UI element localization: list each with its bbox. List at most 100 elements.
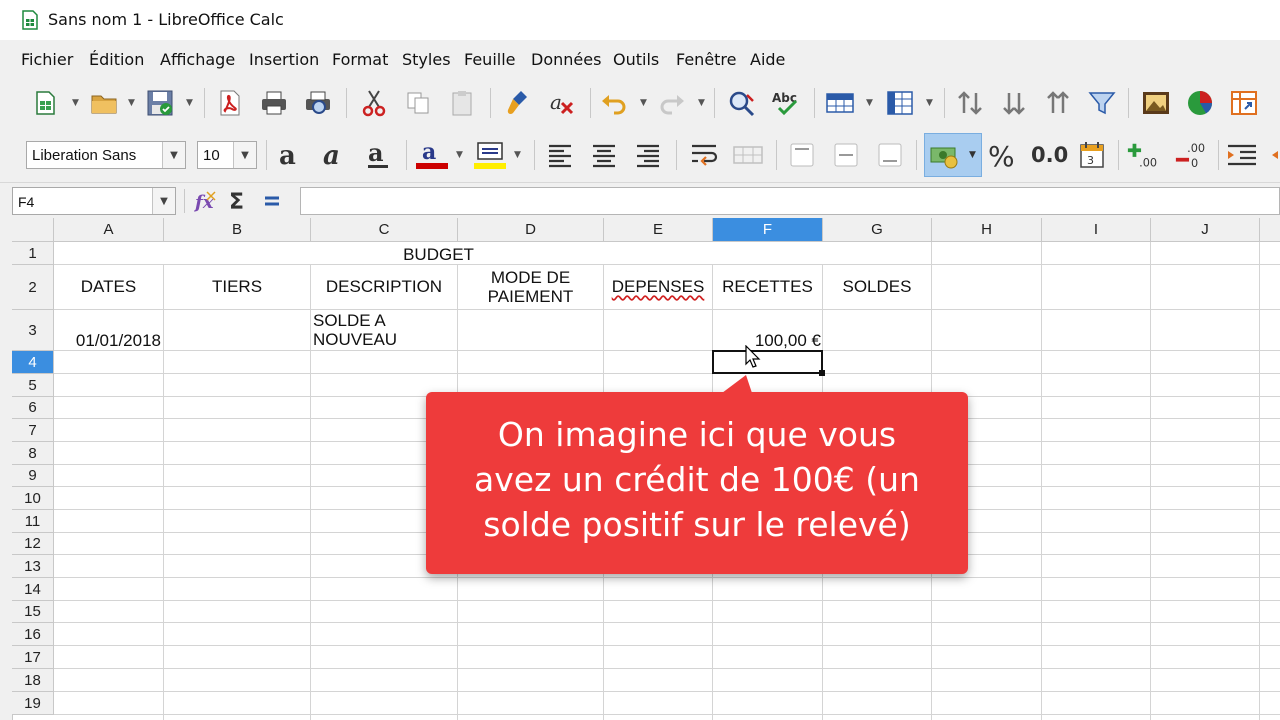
cell-f2[interactable]: RECETTES — [713, 277, 822, 296]
center-vertically-icon[interactable] — [830, 139, 862, 171]
delete-decimal-icon[interactable]: .00 0 — [1174, 139, 1206, 171]
name-box[interactable]: F4 ▼ — [12, 187, 176, 215]
cell-c3[interactable]: SOLDE A NOUVEAU — [313, 311, 457, 349]
menu-insertion[interactable]: Insertion — [249, 50, 319, 69]
row-header-9[interactable]: 9 — [12, 465, 54, 487]
column-header-e[interactable]: E — [604, 218, 713, 242]
open-folder-icon[interactable] — [88, 87, 120, 119]
align-top-icon[interactable] — [786, 139, 818, 171]
formula-input[interactable] — [300, 187, 1280, 215]
row-header-16[interactable]: 16 — [12, 623, 54, 646]
row-header-4[interactable]: 4 — [12, 351, 54, 374]
increase-indent-icon[interactable] — [1226, 139, 1258, 171]
row-header-17[interactable]: 17 — [12, 646, 54, 669]
number-format-button[interactable]: 0.0 — [1031, 143, 1068, 167]
insert-chart-icon[interactable] — [1184, 87, 1216, 119]
column-header-a[interactable]: A — [54, 218, 164, 242]
row-header-13[interactable]: 13 — [12, 555, 54, 578]
menu-aide[interactable]: Aide — [750, 50, 785, 69]
column-header-d[interactable]: D — [458, 218, 604, 242]
highlight-color-icon[interactable] — [474, 139, 506, 171]
row-header-1[interactable]: 1 — [12, 242, 54, 265]
column-header-g[interactable]: G — [823, 218, 932, 242]
row-header-11[interactable]: 11 — [12, 510, 54, 533]
chevron-down-icon[interactable]: ▼ — [186, 98, 196, 108]
cell-a2[interactable]: DATES — [54, 277, 163, 296]
row-header-3[interactable]: 3 — [12, 310, 54, 351]
row-header-14[interactable]: 14 — [12, 578, 54, 601]
print-preview-icon[interactable] — [302, 87, 334, 119]
paste-icon[interactable] — [446, 87, 478, 119]
italic-icon[interactable]: a — [318, 139, 350, 171]
sort-icon[interactable] — [954, 87, 986, 119]
bold-icon[interactable]: a — [274, 139, 306, 171]
column-icon[interactable] — [884, 87, 916, 119]
wrap-text-icon[interactable] — [688, 139, 720, 171]
font-name-combo[interactable]: Liberation Sans ▼ — [26, 141, 186, 169]
row-header-15[interactable]: 15 — [12, 601, 54, 623]
cell-g2[interactable]: SOLDES — [823, 277, 931, 296]
chevron-down-icon[interactable]: ▼ — [72, 98, 82, 108]
align-right-icon[interactable] — [632, 139, 664, 171]
menu-affichage[interactable]: Affichage — [160, 50, 235, 69]
align-center-icon[interactable] — [588, 139, 620, 171]
align-bottom-icon[interactable] — [874, 139, 906, 171]
column-header-c[interactable]: C — [311, 218, 458, 242]
cell-f3[interactable]: 100,00 € — [713, 331, 821, 350]
chevron-down-icon[interactable]: ▼ — [640, 98, 650, 108]
row-header-2[interactable]: 2 — [12, 265, 54, 310]
sum-icon[interactable]: Σ — [222, 185, 254, 217]
row-header-7[interactable]: 7 — [12, 419, 54, 442]
new-document-icon[interactable] — [30, 87, 62, 119]
row-header-6[interactable]: 6 — [12, 397, 54, 419]
cell-d2[interactable]: MODE DE PAIEMENT — [458, 268, 603, 306]
function-wizard-icon[interactable]: fx — [190, 185, 222, 217]
chevron-down-icon[interactable]: ▼ — [969, 150, 976, 160]
formula-icon[interactable] — [256, 185, 288, 217]
menu-fenetre[interactable]: Fenêtre — [676, 50, 737, 69]
cell-a3[interactable]: 01/01/2018 — [54, 331, 161, 350]
column-header-h[interactable]: H — [932, 218, 1042, 242]
chevron-down-icon[interactable]: ▼ — [698, 98, 708, 108]
cut-icon[interactable] — [358, 87, 390, 119]
menu-outils[interactable]: Outils — [613, 50, 659, 69]
selected-cell-f4[interactable] — [712, 350, 823, 374]
column-header-i[interactable]: I — [1042, 218, 1151, 242]
date-format-icon[interactable]: 3 — [1076, 139, 1108, 171]
cell-b2[interactable]: TIERS — [164, 277, 310, 296]
font-color-icon[interactable]: a — [416, 139, 448, 171]
chevron-down-icon[interactable]: ▼ — [926, 98, 936, 108]
decrease-indent-icon[interactable] — [1262, 139, 1280, 171]
export-pdf-icon[interactable] — [214, 87, 246, 119]
sort-ascending-icon[interactable] — [1042, 87, 1074, 119]
select-all-corner[interactable] — [12, 218, 54, 242]
insert-image-icon[interactable] — [1140, 87, 1172, 119]
save-icon[interactable] — [144, 87, 176, 119]
pivot-table-icon[interactable] — [1228, 87, 1260, 119]
fill-handle[interactable] — [819, 370, 825, 376]
row-header-18[interactable]: 18 — [12, 669, 54, 692]
merge-cells-icon[interactable] — [732, 139, 764, 171]
spellcheck-icon[interactable]: Abc — [770, 87, 802, 119]
chevron-down-icon[interactable]: ▼ — [128, 98, 138, 108]
menu-styles[interactable]: Styles — [402, 50, 451, 69]
column-header-k[interactable] — [1260, 218, 1280, 242]
cell-e2[interactable]: DEPENSES — [604, 277, 712, 296]
autofilter-icon[interactable] — [1086, 87, 1118, 119]
copy-icon[interactable] — [402, 87, 434, 119]
chevron-down-icon[interactable]: ▼ — [162, 142, 185, 168]
column-header-f[interactable]: F — [713, 218, 823, 242]
print-icon[interactable] — [258, 87, 290, 119]
chevron-down-icon[interactable]: ▼ — [456, 150, 466, 160]
chevron-down-icon[interactable]: ▼ — [866, 98, 876, 108]
chevron-down-icon[interactable]: ▼ — [514, 150, 524, 160]
menu-format[interactable]: Format — [332, 50, 388, 69]
menu-feuille[interactable]: Feuille — [464, 50, 516, 69]
percent-format-button[interactable]: % — [988, 140, 1015, 173]
menu-fichier[interactable]: Fichier — [21, 50, 73, 69]
row-icon[interactable] — [824, 87, 856, 119]
undo-icon[interactable] — [598, 87, 630, 119]
chevron-down-icon[interactable]: ▼ — [233, 142, 256, 168]
row-header-19[interactable]: 19 — [12, 692, 54, 715]
add-decimal-icon[interactable]: .00 — [1126, 139, 1158, 171]
